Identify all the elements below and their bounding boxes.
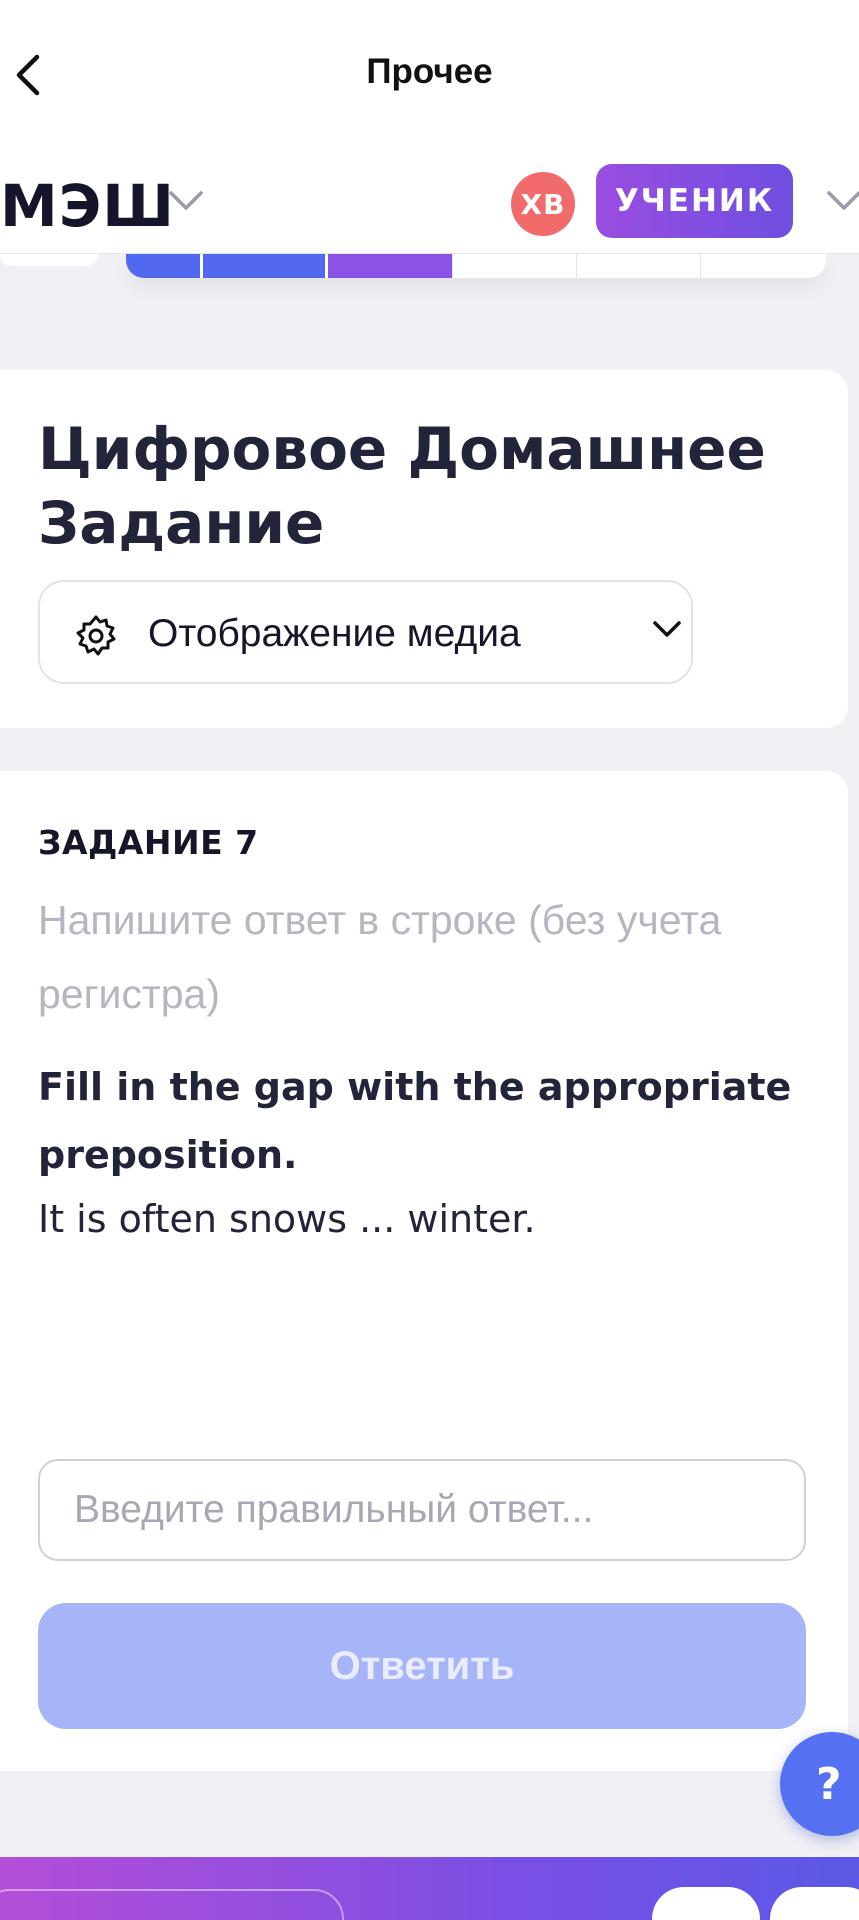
chevron-down-icon <box>653 621 681 637</box>
progress-strip <box>126 254 826 278</box>
card-heading: Цифровое Домашнее Задание <box>38 415 766 557</box>
bottom-bar-button[interactable] <box>652 1887 760 1920</box>
task-sentence: It is often snows ... winter. <box>38 1197 536 1241</box>
strip-left-tab <box>0 254 98 266</box>
task-question: Fill in the gap with the appropriate pre… <box>38 1065 792 1177</box>
task-hint: Напишите ответ в строке (без учета регис… <box>38 897 722 1017</box>
media-select-label: Отображение медиа <box>148 612 521 655</box>
role-button[interactable]: УЧЕНИК <box>596 164 793 238</box>
strip-segment <box>700 254 826 278</box>
page-title: Прочее <box>366 52 493 91</box>
strip-segment <box>328 254 452 278</box>
strip-segment <box>203 254 325 278</box>
chevron-down-icon[interactable] <box>826 190 859 212</box>
task-number: ЗАДАНИЕ 7 <box>38 823 259 862</box>
gear-icon <box>76 615 116 656</box>
app-header: МЭШ ХВ УЧЕНИК <box>0 150 859 254</box>
help-icon: ? <box>816 1758 842 1810</box>
strip-segment <box>452 254 576 278</box>
bottom-bar-pill[interactable] <box>0 1889 344 1920</box>
media-display-select[interactable]: Отображение медиа <box>38 580 693 684</box>
chevron-down-icon[interactable] <box>168 190 204 212</box>
title-card: Цифровое Домашнее Задание Отображение ме… <box>0 370 848 728</box>
strip-segment <box>126 254 200 278</box>
answer-input[interactable] <box>38 1459 806 1561</box>
strip-segment <box>576 254 700 278</box>
brand-logo[interactable]: МЭШ <box>0 172 175 240</box>
task-card: ЗАДАНИЕ 7 Напишите ответ в строке (без у… <box>0 771 848 1771</box>
submit-button[interactable]: Ответить <box>38 1603 806 1729</box>
bottom-bar <box>0 1857 859 1920</box>
top-nav-bar: Прочее <box>0 0 859 150</box>
bottom-bar-button[interactable] <box>770 1887 859 1920</box>
avatar[interactable]: ХВ <box>511 172 575 236</box>
